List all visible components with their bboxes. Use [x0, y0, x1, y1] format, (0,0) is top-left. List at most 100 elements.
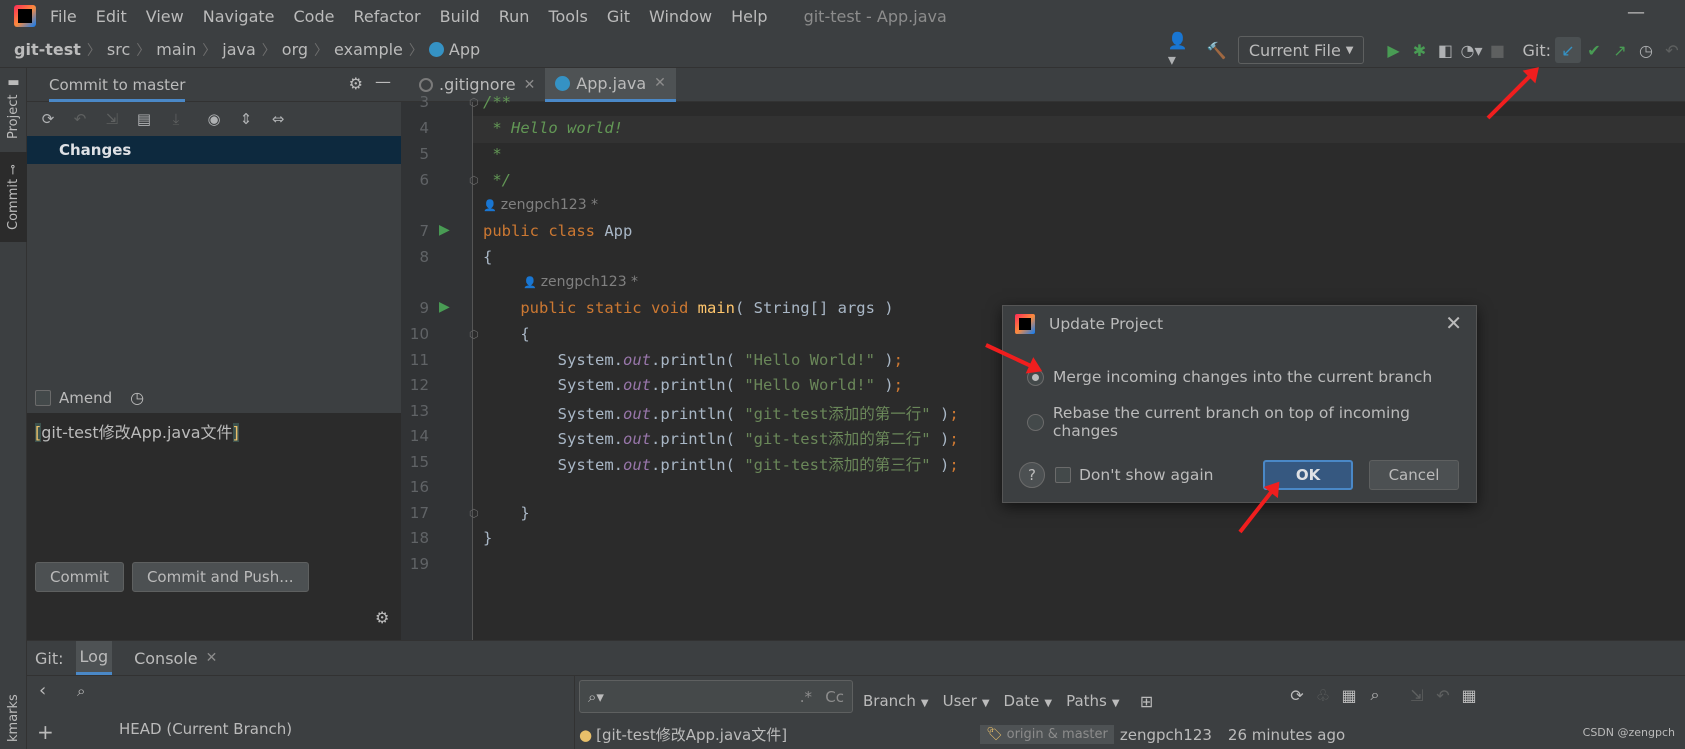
add-icon[interactable]: +	[37, 720, 54, 744]
stop-icon[interactable]: ■	[1484, 37, 1510, 63]
menu-refactor[interactable]: Refactor	[353, 7, 420, 26]
commit-message-input[interactable]: [git-test修改App.java文件]	[27, 413, 401, 651]
close-icon[interactable]: ✕	[206, 650, 218, 666]
cherry-pick-icon[interactable]: ♧	[1310, 682, 1336, 708]
stripe-tab-commit[interactable]: Commit ⊸	[0, 152, 27, 242]
search-icon[interactable]: ⌕	[77, 682, 85, 700]
log-search-input[interactable]: ⌕▾ .* Cc	[579, 680, 853, 713]
changelist-icon[interactable]: ▤	[131, 106, 157, 132]
dont-show-again-row: Don't show again	[1055, 466, 1213, 484]
tab-app-java[interactable]: App.java ✕	[545, 67, 676, 102]
fold-icon[interactable]: ⬡	[469, 328, 479, 341]
merge-option[interactable]: Merge incoming changes into the current …	[1027, 368, 1432, 386]
breadcrumb-example[interactable]: example	[334, 40, 403, 59]
branch-head[interactable]: HEAD (Current Branch)	[119, 720, 292, 738]
shelve-icon[interactable]: ⤓	[163, 106, 189, 132]
stripe-tab-commit-label: Commit	[6, 178, 21, 230]
regex-toggle[interactable]: .*	[800, 688, 812, 706]
left-tool-stripe: Project ▬ Commit ⊸ kmarks	[0, 68, 27, 749]
search-icon[interactable]: ⌕	[1362, 682, 1388, 708]
rebase-radio[interactable]	[1027, 413, 1044, 431]
close-icon[interactable]: ✕	[654, 75, 666, 91]
code-method-name: main	[697, 299, 735, 317]
hide-panel-icon[interactable]: —	[375, 72, 391, 91]
code-params: ( String[] args )	[734, 299, 894, 317]
commit-button[interactable]: Commit	[35, 562, 124, 592]
menu-file[interactable]: File	[50, 7, 77, 26]
fold-icon[interactable]: ⬡	[469, 96, 479, 109]
menu-view[interactable]: View	[146, 7, 184, 26]
amend-checkbox[interactable]	[35, 389, 51, 406]
fold-icon[interactable]: ⬡	[469, 507, 479, 520]
breadcrumb-org[interactable]: org	[282, 40, 308, 59]
run-gutter-icon[interactable]: ▶	[439, 222, 450, 238]
close-icon[interactable]: ✕	[524, 77, 536, 93]
show-diff-icon[interactable]: ⇲	[99, 106, 125, 132]
menu-build[interactable]: Build	[440, 7, 480, 26]
profile-icon[interactable]: ◔▾	[1458, 37, 1484, 63]
breadcrumb-src[interactable]: src	[107, 40, 130, 59]
git-commit-icon[interactable]: ✔	[1581, 37, 1607, 63]
breadcrumb-app[interactable]: App	[428, 40, 480, 59]
collapse-all-icon[interactable]: ⇔	[265, 106, 291, 132]
stripe-tab-bookmarks[interactable]: kmarks	[0, 688, 27, 748]
gear-icon[interactable]: ⚙	[349, 74, 363, 93]
help-button[interactable]: ?	[1019, 462, 1045, 488]
rollback-icon[interactable]: ↶	[1430, 682, 1456, 708]
commit-options-gear-icon[interactable]: ⚙	[375, 608, 389, 627]
rebase-option[interactable]: Rebase the current branch on top of inco…	[1027, 404, 1476, 440]
git-rollback-icon[interactable]: ↶	[1659, 37, 1685, 63]
menu-edit[interactable]: Edit	[96, 7, 127, 26]
new-tab-icon[interactable]: ⊞	[1134, 688, 1160, 714]
run-configuration-select[interactable]: Current File ▼	[1237, 36, 1365, 64]
stripe-tab-project[interactable]: Project ▬	[0, 72, 27, 142]
dont-show-again-checkbox[interactable]	[1055, 467, 1071, 483]
breadcrumb-main[interactable]: main	[156, 40, 196, 59]
user-filter-dropdown[interactable]: User ▼	[943, 692, 990, 710]
show-diff-icon[interactable]: ⇲	[1404, 682, 1430, 708]
commit-history-clock-icon[interactable]: ◷	[130, 388, 144, 407]
breadcrumb-java[interactable]: java	[222, 40, 256, 59]
refresh-icon[interactable]: ⟳	[1284, 682, 1310, 708]
group-icon[interactable]: ▦	[1456, 682, 1482, 708]
paths-filter-dropdown[interactable]: Paths ▼	[1066, 692, 1119, 710]
commit-toolbar: ⟳ ↶ ⇲ ▤ ⤓ ◉ ⇕ ⇔	[27, 102, 401, 136]
menu-run[interactable]: Run	[499, 7, 530, 26]
menu-window[interactable]: Window	[649, 7, 712, 26]
view-options-eye-icon[interactable]: ◉	[201, 106, 227, 132]
date-filter-dropdown[interactable]: Date ▼	[1004, 692, 1053, 710]
code-line: System.out.println( "git-test添加的第二行" );	[483, 427, 959, 449]
run-gutter-icon[interactable]: ▶	[439, 299, 450, 315]
fold-icon[interactable]: ⬡	[469, 174, 479, 187]
coverage-icon[interactable]: ◧	[1432, 37, 1458, 63]
minimize-button[interactable]: —	[1627, 2, 1645, 23]
build-hammer-icon[interactable]: 🔨	[1204, 37, 1230, 63]
tab-console[interactable]: Console ✕	[130, 643, 221, 674]
branch-filter-dropdown[interactable]: Branch ▼	[863, 692, 929, 710]
tab-log[interactable]: Log	[75, 641, 113, 675]
git-history-icon[interactable]: ◷	[1633, 37, 1659, 63]
menu-tools[interactable]: Tools	[548, 7, 587, 26]
case-sensitive-toggle[interactable]: Cc	[825, 688, 844, 706]
git-push-icon[interactable]: ↗	[1607, 37, 1633, 63]
menu-help[interactable]: Help	[731, 7, 767, 26]
log-commit-row[interactable]: ● [git-test修改App.java文件] 🏷 origin & maste…	[575, 720, 1345, 749]
code-string: "git-test添加的第一行"	[744, 405, 931, 423]
view-options-icon[interactable]: ▦	[1336, 682, 1362, 708]
menu-code[interactable]: Code	[294, 7, 335, 26]
user-account-icon[interactable]: 👤▾	[1168, 31, 1194, 69]
close-icon[interactable]: ✕	[1445, 311, 1462, 335]
commit-and-push-button[interactable]: Commit and Push...	[131, 562, 309, 592]
changes-tree-node[interactable]: Changes	[27, 136, 401, 164]
expand-all-icon[interactable]: ⇕	[233, 106, 259, 132]
menu-navigate[interactable]: Navigate	[203, 7, 275, 26]
debug-icon[interactable]: ✱	[1406, 37, 1432, 63]
cancel-button[interactable]: Cancel	[1369, 460, 1459, 490]
refresh-icon[interactable]: ⟳	[35, 106, 61, 132]
chevron-left-icon[interactable]: ‹	[39, 680, 46, 701]
breadcrumb-project[interactable]: git-test	[14, 40, 81, 59]
rollback-icon[interactable]: ↶	[67, 106, 93, 132]
menu-git[interactable]: Git	[607, 7, 630, 26]
git-update-project-button[interactable]: ↙	[1555, 37, 1581, 63]
run-icon[interactable]: ▶	[1380, 37, 1406, 63]
